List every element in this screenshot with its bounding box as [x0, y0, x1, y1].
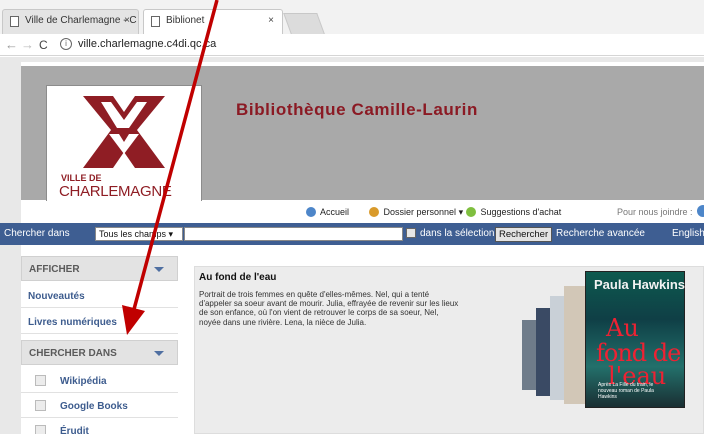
sidebar: AFFICHER Nouveautés Livres numériques CH…	[21, 256, 178, 434]
chevron-down-icon	[154, 351, 164, 356]
sidebar-item-nouveautes[interactable]: Nouveautés	[21, 284, 178, 308]
user-icon	[369, 207, 379, 217]
purchase-suggestions-label: Suggestions d'achat	[480, 207, 562, 217]
purchase-suggestions-link[interactable]: Suggestions d'achat	[466, 207, 561, 217]
personal-folder-label: Dossier personnel	[383, 207, 457, 217]
cover-title-line: Au	[606, 314, 639, 342]
search-field-select[interactable]: Tous les champs ▾	[95, 227, 183, 241]
google-books-checkbox[interactable]	[35, 400, 46, 411]
home-link-label: Accueil	[320, 207, 350, 217]
new-tab-button[interactable]	[283, 13, 325, 34]
contact-icon[interactable]	[697, 205, 704, 217]
chevron-down-icon	[154, 267, 164, 272]
cover-author: Paula Hawkins	[594, 277, 686, 292]
wikipedia-checkbox[interactable]	[35, 375, 46, 386]
logo-mark-icon	[83, 96, 165, 168]
globe-icon	[306, 207, 316, 217]
dollar-icon	[466, 207, 476, 217]
tab-bar: Ville de Charlemagne - C × Biblionet ×	[0, 0, 704, 34]
tab-label: Ville de Charlemagne - C	[25, 15, 137, 26]
erudit-checkbox[interactable]	[35, 425, 46, 434]
browser-toolbar: ← → C i ville.charlemagne.c4di.qc.ca	[0, 34, 704, 56]
tab-label: Biblionet	[166, 15, 205, 26]
heading-label: AFFICHER	[29, 264, 80, 275]
info-icon[interactable]: i	[60, 38, 72, 50]
charlemagne-logo[interactable]: VILLE DE CHARLEMAGNE	[46, 85, 202, 209]
search-label: Chercher dans	[4, 228, 70, 239]
close-tab-icon[interactable]: ×	[268, 15, 274, 26]
address-text: ville.charlemagne.c4di.qc.ca	[78, 38, 217, 50]
page-icon	[10, 16, 19, 27]
search-field-value: Tous les champs	[99, 229, 167, 239]
contact-link[interactable]: Pour nous joindre :	[617, 207, 693, 217]
top-links: Accueil Dossier personnel ▾ Suggestions …	[21, 201, 704, 223]
sidebar-item-google-books[interactable]: Google Books	[21, 394, 178, 418]
forward-icon[interactable]: →	[21, 37, 34, 52]
site-title: Bibliothèque Camille-Laurin	[236, 100, 478, 119]
tab-biblionet[interactable]: Biblionet ×	[143, 9, 283, 34]
advanced-search-link[interactable]: Recherche avancée	[556, 228, 645, 239]
in-selection-label: dans la sélection	[420, 228, 495, 239]
book-title[interactable]: Au fond de l'eau	[199, 272, 276, 283]
sidebar-item-livres-numeriques[interactable]: Livres numériques	[21, 310, 178, 334]
item-label: Google Books	[60, 401, 128, 412]
reload-icon[interactable]: C	[39, 38, 48, 52]
search-bar: Chercher dans Tous les champs ▾ dans la …	[0, 223, 704, 245]
page-icon	[151, 16, 160, 27]
book-description: Portrait de trois femmes en quête d'elle…	[199, 290, 459, 327]
search-button[interactable]: Rechercher	[495, 227, 553, 242]
heading-label: CHERCHER DANS	[29, 348, 117, 359]
sidebar-item-wikipedia[interactable]: Wikipédia	[21, 369, 178, 393]
personal-folder-link[interactable]: Dossier personnel ▾	[369, 207, 463, 218]
browser-window: Ville de Charlemagne - C × Biblionet × ←…	[0, 0, 704, 434]
search-input[interactable]	[184, 227, 403, 241]
sidebar-item-erudit[interactable]: Érudit	[21, 419, 178, 434]
chevron-down-icon: ▾	[458, 207, 464, 217]
english-link[interactable]: English	[672, 228, 704, 239]
sidebar-heading-afficher[interactable]: AFFICHER	[21, 256, 178, 281]
home-link[interactable]: Accueil	[306, 207, 349, 217]
sidebar-heading-chercher-dans[interactable]: CHERCHER DANS	[21, 340, 178, 365]
close-tab-icon[interactable]: ×	[124, 15, 130, 26]
logo-name-text: CHARLEMAGNE	[59, 183, 172, 200]
address-bar[interactable]: i ville.charlemagne.c4di.qc.ca	[58, 37, 704, 54]
book-cover[interactable]: Paula Hawkins Au fond de l'eau Après La …	[585, 271, 685, 408]
cover-tagline: Après La Fille du train, le nouveau roma…	[598, 382, 654, 400]
tab-charlemagne[interactable]: Ville de Charlemagne - C ×	[2, 9, 139, 34]
in-selection-checkbox[interactable]	[406, 228, 416, 238]
item-label: Wikipédia	[60, 376, 107, 387]
item-label: Érudit	[60, 426, 89, 434]
logo-ville-text: VILLE DE	[61, 173, 102, 183]
back-icon[interactable]: ←	[5, 37, 18, 52]
